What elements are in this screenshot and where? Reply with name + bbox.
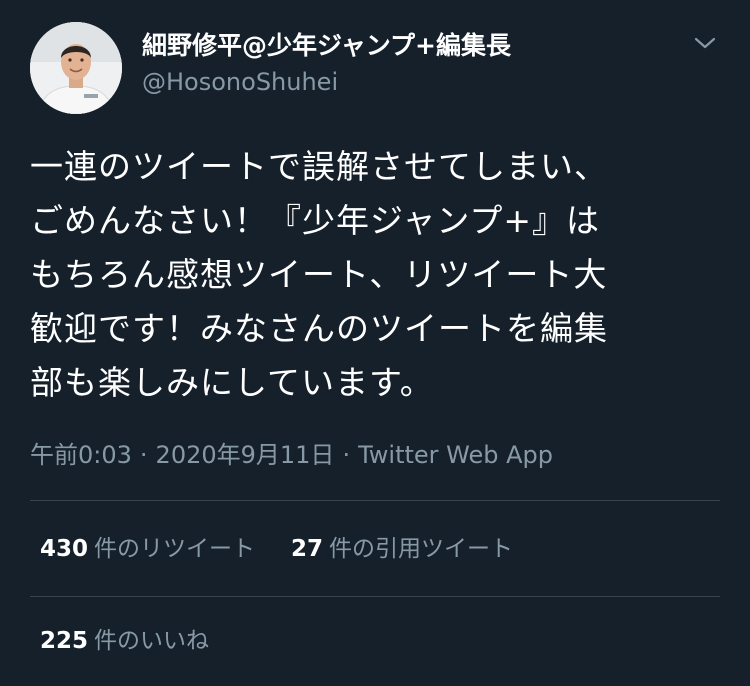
user-handle[interactable]: @HosonoShuhei: [142, 66, 511, 98]
divider: [30, 596, 720, 597]
tweet-text-line: 一連のツイートで誤解させてしまい、: [30, 147, 608, 186]
tweet-text-line: ごめんなさい！『少年ジャンプ+』は: [30, 201, 601, 240]
likes-count: 225: [40, 628, 89, 654]
quotes-stat[interactable]: 27 件の引用ツイート: [291, 532, 513, 566]
meta-separator: ·: [139, 441, 148, 469]
likes-stat[interactable]: 225 件のいいね: [40, 624, 209, 658]
quotes-label: 件の引用ツイート: [329, 536, 514, 562]
tweet-text-line: 歓迎です！みなさんのツイートを編集: [30, 309, 608, 348]
tweet-text-line: もちろん感想ツイート、リツイート大: [30, 255, 608, 294]
divider: [30, 500, 720, 501]
tweet-meta: 午前0:03 · 2020年9月11日 · Twitter Web App: [30, 438, 553, 472]
likes-label: 件のいいね: [94, 628, 210, 654]
tweet-text: 一連のツイートで誤解させてしまい、 ごめんなさい！『少年ジャンプ+』は もちろん…: [30, 140, 720, 410]
retweets-stat[interactable]: 430 件のリツイート: [40, 532, 255, 566]
author-block: 細野修平@少年ジャンプ+編集長 @HosonoShuhei: [142, 30, 511, 98]
avatar-photo: [30, 22, 122, 114]
retweets-label: 件のリツイート: [94, 536, 256, 562]
meta-separator: ·: [342, 441, 351, 469]
engagement-stats: 430 件のリツイート 27 件の引用ツイート: [40, 532, 513, 566]
chevron-down-icon[interactable]: [690, 28, 720, 58]
avatar[interactable]: [30, 22, 122, 114]
quotes-count: 27: [291, 536, 324, 562]
tweet-date[interactable]: 2020年9月11日: [156, 441, 335, 469]
tweet-source[interactable]: Twitter Web App: [358, 441, 553, 469]
display-name[interactable]: 細野修平@少年ジャンプ+編集長: [142, 30, 511, 62]
tweet-text-line: 部も楽しみにしています。: [30, 363, 434, 402]
tweet-time[interactable]: 午前0:03: [30, 441, 132, 469]
tweet-detail: 細野修平@少年ジャンプ+編集長 @HosonoShuhei 一連のツイートで誤解…: [0, 0, 750, 686]
retweets-count: 430: [40, 536, 89, 562]
likes-stats: 225 件のいいね: [40, 624, 209, 658]
